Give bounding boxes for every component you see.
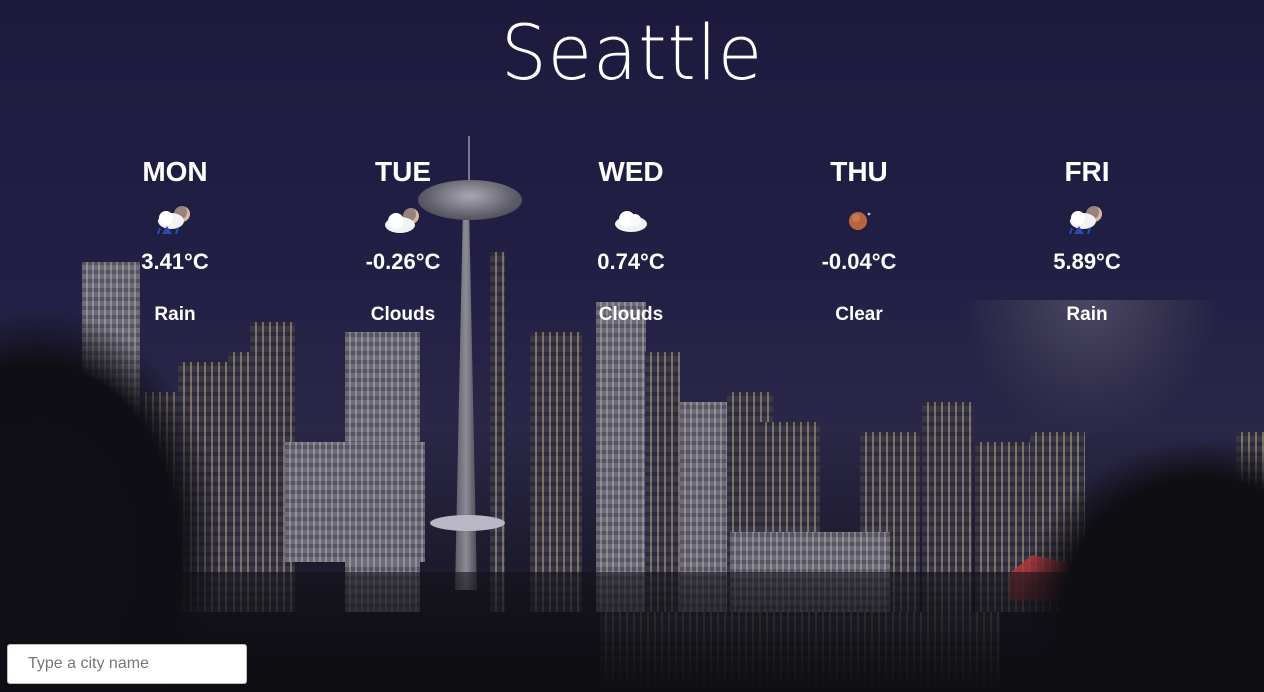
weather-app: Seattle MON 3.41°C Rain TUE -0.26°C Clou… [0,0,1264,692]
day-name: WED [598,156,664,187]
forecast-day-mon: MON 3.41°C Rain [61,150,289,327]
day-temperature: -0.04°C [821,249,897,274]
day-temperature: -0.26°C [365,249,441,274]
day-name: FRI [1064,156,1110,187]
cloud-icon [517,204,745,244]
day-name: THU [830,156,888,187]
day-condition: Rain [1066,304,1108,325]
forecast-day-tue: TUE -0.26°C Clouds [289,150,517,327]
day-temperature: 0.74°C [597,249,665,274]
day-name: MON [142,156,208,187]
rain-cloud-moon-icon [973,204,1201,244]
moon-icon [745,204,973,244]
forecast-day-thu: THU -0.04°C Clear [745,150,973,327]
day-condition: Rain [154,304,196,325]
city-search-input[interactable] [7,644,247,684]
city-title: Seattle [500,8,764,97]
cloud-moon-icon [289,204,517,244]
day-condition: Clouds [598,304,664,325]
forecast-day-wed: WED 0.74°C Clouds [517,150,745,327]
day-condition: Clear [835,304,883,325]
day-condition: Clouds [370,304,436,325]
rain-cloud-moon-icon [61,204,289,244]
forecast-day-fri: FRI 5.89°C Rain [973,150,1201,327]
day-temperature: 3.41°C [141,249,209,274]
day-temperature: 5.89°C [1053,249,1121,274]
day-name: TUE [375,156,431,187]
